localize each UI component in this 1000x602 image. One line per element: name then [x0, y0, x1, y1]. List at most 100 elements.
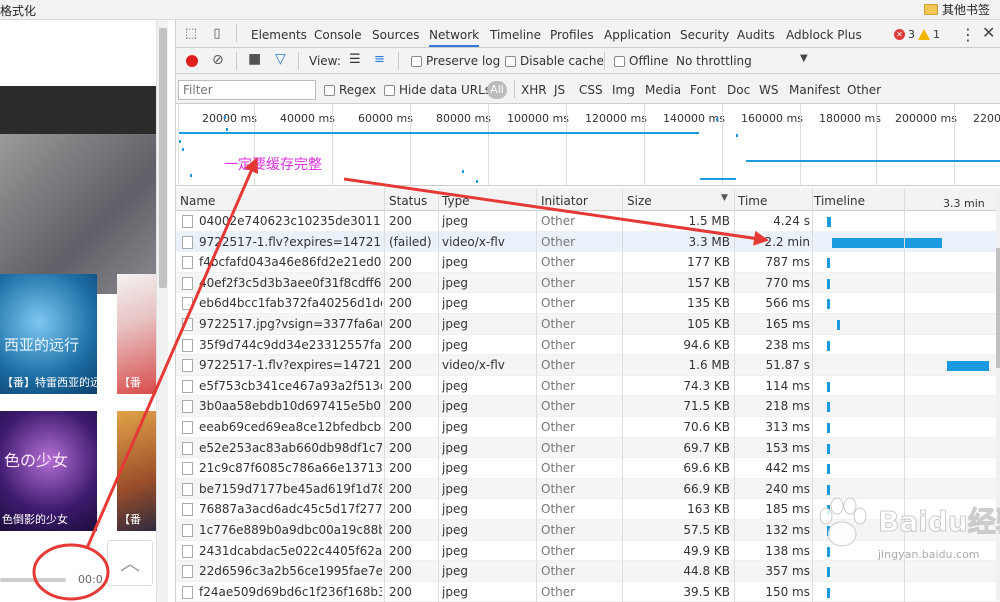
video-thumbnail[interactable]: 西亚的远行 【番】特雷西亚的远	[0, 274, 97, 394]
throttling-select[interactable]: No throttling	[676, 54, 752, 68]
file-icon	[182, 338, 193, 352]
disable-cache-checkbox[interactable]: Disable cache	[505, 54, 604, 68]
table-row[interactable]: f24ae509d69bd6c1f236f168b383... 200 jpeg Ot…	[176, 582, 996, 602]
filter-icon[interactable]: ▽	[275, 51, 286, 67]
table-row[interactable]: eeab69ced69ea8ce12bfedbcb4fd... 200 jpeg Ot…	[176, 417, 996, 438]
player-progress[interactable]: 00:0	[0, 573, 110, 587]
column-header-name[interactable]: Name	[180, 194, 215, 208]
request-name: f4bcfafd043a46e86fd2e21ed04d...	[199, 255, 382, 270]
checkbox[interactable]	[384, 84, 395, 96]
table-scrollbar[interactable]	[996, 188, 1000, 602]
tab-console[interactable]: Console	[314, 20, 362, 47]
video-player-area[interactable]	[0, 134, 156, 294]
record-button[interactable]	[186, 55, 198, 67]
more-options-icon[interactable]: ⋮	[960, 25, 976, 44]
tab-application[interactable]: Application	[604, 20, 671, 47]
filter-type-css[interactable]: CSS	[579, 83, 603, 97]
network-overview[interactable]: 20000 ms 40000 ms 60000 ms 80000 ms 1000…	[176, 104, 1000, 186]
tab-profiles[interactable]: Profiles	[550, 20, 594, 47]
column-header-initiator[interactable]: Initiator	[541, 194, 588, 208]
tab-network[interactable]: Network	[429, 20, 480, 47]
table-row[interactable]: 76887a3acd6adc45c5d17f2776c5... 200 jpeg Ot…	[176, 499, 996, 520]
tab-adblock-plus[interactable]: Adblock Plus	[786, 20, 862, 47]
checkbox[interactable]	[505, 55, 516, 67]
offline-checkbox[interactable]: Offline	[614, 54, 668, 68]
waterfall-view-icon[interactable]: ≡	[374, 52, 385, 67]
checkbox[interactable]	[411, 55, 422, 67]
tab-timeline[interactable]: Timeline	[490, 20, 541, 47]
filter-type-ws[interactable]: WS	[759, 83, 778, 97]
table-row[interactable]: 3b0aa58ebdb10d697415e5b0bc... 200 jpeg Othe…	[176, 396, 996, 417]
table-row[interactable]: 9722517-1.flv?expires=14721573... 200 vide…	[176, 355, 996, 376]
table-row[interactable]: be7159d7177be45ad619f1d78a5... 200 jpeg Oth…	[176, 478, 996, 500]
request-size: 71.5 KB	[683, 399, 730, 414]
close-icon[interactable]: ✕	[982, 23, 995, 42]
table-row[interactable]: e52e253ac83ab660db98df1c7f4e... 200 jpeg Ot…	[176, 437, 996, 459]
filter-type-doc[interactable]: Doc	[727, 83, 750, 97]
filter-type-media[interactable]: Media	[645, 83, 681, 97]
large-rows-icon[interactable]: ☰	[349, 52, 361, 67]
checkbox[interactable]	[614, 55, 625, 67]
tab-elements[interactable]: Elements	[251, 20, 307, 47]
request-status: 200	[389, 502, 412, 517]
filter-type-all[interactable]: All	[487, 81, 507, 99]
table-row[interactable]: e5f753cb341ce467a93a2f513d25... 200 jpeg Ot…	[176, 376, 996, 397]
column-header-timeline[interactable]: Timeline	[814, 194, 865, 208]
column-header-time[interactable]: Time	[738, 194, 767, 208]
tab-audits[interactable]: Audits	[737, 20, 775, 47]
filter-type-xhr[interactable]: XHR	[521, 83, 547, 97]
video-thumbnail[interactable]: 【番	[117, 274, 157, 394]
filter-type-font[interactable]: Font	[690, 83, 716, 97]
table-row[interactable]: 21c9c87f6085c786a66e13713895... 200 jpeg Ot…	[176, 458, 996, 479]
video-thumbnail[interactable]: 【番	[117, 411, 157, 531]
filter-type-other[interactable]: Other	[847, 83, 881, 97]
table-row[interactable]: eb6d4bcc1fab372fa40256d1dee2... 200 jpeg Ot…	[176, 293, 996, 314]
player-progress-track[interactable]	[0, 578, 66, 582]
request-time: 132 ms	[765, 523, 810, 537]
column-header-type[interactable]: Type	[442, 194, 470, 208]
table-scrollbar-thumb[interactable]	[996, 248, 1000, 368]
disable-cache-label: Disable cache	[520, 54, 604, 68]
table-row[interactable]: 9722517-1.flv?expires=14721573... (failed…	[176, 231, 996, 253]
sort-descending-icon[interactable]: ▼	[721, 193, 728, 203]
overview-request-dot	[462, 170, 464, 173]
device-toolbar-icon[interactable]: ▯	[210, 27, 224, 41]
hide-data-urls-checkbox[interactable]: Hide data URLs	[384, 83, 491, 97]
table-row[interactable]: 22d6596c3a2b56ce1995fae7eeff... 200 jpeg Ot…	[176, 561, 996, 582]
table-row[interactable]: f4bcfafd043a46e86fd2e21ed04d... 200 jpeg Ot…	[176, 252, 996, 273]
filter-type-js[interactable]: JS	[554, 83, 565, 97]
checkbox[interactable]	[324, 84, 335, 96]
error-warning-counter[interactable]: ✕ 3 1	[894, 28, 940, 41]
page-scrollbar[interactable]	[156, 20, 168, 602]
column-header-size[interactable]: Size	[627, 194, 652, 208]
other-bookmarks[interactable]: 其他书签	[923, 1, 990, 18]
filter-type-manifest[interactable]: Manifest	[789, 83, 840, 97]
scroll-to-top-button[interactable]: ︿	[107, 540, 153, 586]
regex-checkbox[interactable]: Regex	[324, 83, 376, 97]
table-row[interactable]: 9722517.jpg?vsign=3377fa6a083... 200 jpeg O…	[176, 314, 996, 335]
bookmark-format[interactable]: 格式化	[0, 2, 36, 19]
request-initiator: Other	[541, 481, 576, 496]
table-row[interactable]: 2431dcabdac5e022c4405f62aace... 200 jpeg Ot…	[176, 541, 996, 562]
table-row[interactable]: 1c776e889b0a9dbc00a19c88b98... 200 jpeg Oth…	[176, 520, 996, 541]
request-status: 200	[389, 584, 412, 599]
table-row[interactable]: 40ef2f3c5d3b3aee0f31f8cdff6... 200 jpeg Oth…	[176, 272, 996, 294]
inspect-element-icon[interactable]: ⬚	[184, 27, 198, 41]
preserve-log-checkbox[interactable]: Preserve log	[411, 54, 500, 68]
page-scrollbar-thumb[interactable]	[159, 28, 167, 288]
file-icon	[182, 400, 193, 414]
request-type: jpeg	[442, 378, 468, 393]
clear-icon[interactable]: ⊘	[212, 52, 224, 68]
filter-input[interactable]	[178, 80, 316, 100]
tab-sources[interactable]: Sources	[372, 20, 419, 47]
table-row[interactable]: 04002e740623c10235de3011141... 200 jpeg Oth…	[176, 211, 996, 232]
capture-screenshots-icon[interactable]: ■	[248, 51, 261, 67]
video-thumbnail[interactable]: 色の少女 色倒影的少女	[0, 411, 97, 531]
tab-security[interactable]: Security	[680, 20, 729, 47]
regex-label: Regex	[339, 83, 377, 97]
dropdown-arrow-icon[interactable]: ▼	[800, 53, 808, 64]
request-time: 770 ms	[765, 275, 810, 290]
column-header-status[interactable]: Status	[389, 194, 427, 208]
filter-type-img[interactable]: Img	[612, 83, 635, 97]
table-row[interactable]: 35f9d744c9dd34e23312557fa08... 200 jpeg Oth…	[176, 335, 996, 356]
